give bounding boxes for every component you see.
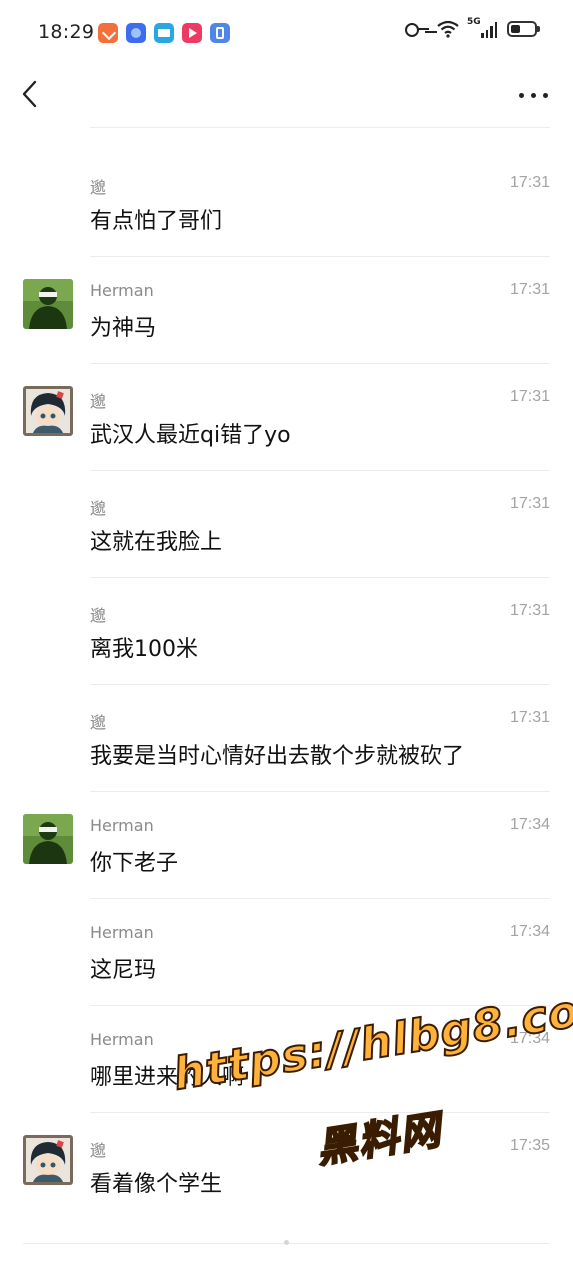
message-time: 17:34 [509, 923, 550, 940]
message-time: 17:34 [509, 1030, 550, 1047]
status-time: 18:29 [38, 21, 95, 43]
key-icon [405, 22, 429, 37]
message-sender: 邈 [90, 713, 107, 732]
message-text: 这尼玛 [90, 958, 157, 983]
message-item[interactable]: Herman 17:34 你下老子 [0, 792, 573, 899]
message-item[interactable]: 邈 17:31 我要是当时心情好出去散个步就被砍了 [0, 685, 573, 792]
message-text: 这就在我脸上 [90, 530, 223, 555]
message-item[interactable]: 邈 17:35 看着像个学生 [0, 1113, 573, 1220]
message-time: 17:31 [509, 709, 550, 726]
message-item[interactable]: 邈 17:31 这就在我脸上 [0, 471, 573, 578]
message-time: 17:31 [509, 495, 550, 512]
more-options-button[interactable] [517, 82, 551, 108]
message-item[interactable]: 邈 17:31 离我100米 [0, 578, 573, 685]
message-sender: 邈 [90, 1141, 107, 1160]
message-item[interactable]: Herman 17:34 哪里进来的人啊 [0, 1006, 573, 1113]
message-sender: 邈 [90, 178, 107, 197]
message-item[interactable]: 邈 17:31 武汉人最近qi错了yo [0, 364, 573, 471]
message-time: 17:35 [509, 1137, 550, 1154]
taobao-icon [98, 23, 118, 43]
book-app-icon [154, 23, 174, 43]
more-dots-icon [519, 93, 524, 98]
message-sender: Herman [90, 281, 154, 300]
nav-bar [0, 66, 573, 128]
video-app-icon [182, 23, 202, 43]
message-sender: Herman [90, 1030, 154, 1049]
message-sender: 邈 [90, 606, 107, 625]
message-time: 17:34 [509, 816, 550, 833]
message-time: 17:31 [509, 174, 550, 191]
message-text: 看着像个学生 [90, 1172, 223, 1197]
wallet-app-icon [210, 23, 230, 43]
avatar[interactable] [23, 1135, 73, 1185]
message-item[interactable]: Herman 17:31 为神马 [0, 257, 573, 364]
message-sender: Herman [90, 816, 154, 835]
divider [90, 127, 550, 128]
system-indicators: 5G [405, 17, 540, 38]
message-sender: 邈 [90, 392, 107, 411]
avatar[interactable] [23, 814, 73, 864]
app-blue-icon [126, 23, 146, 43]
notification-app-icons [98, 23, 230, 43]
message-text: 离我100米 [90, 637, 198, 662]
back-button[interactable] [16, 78, 46, 112]
avatar[interactable] [23, 279, 73, 329]
network-type-label: 5G [467, 17, 481, 27]
message-sender: 邈 [90, 499, 107, 518]
message-list[interactable]: 邈 17:31 有点怕了哥们 Herman 17:31 为神马邈 17:31 武汉人最近qi错… [0, 150, 573, 1220]
wifi-icon [437, 20, 459, 38]
message-text: 你下老子 [90, 851, 179, 876]
message-text: 我要是当时心情好出去散个步就被砍了 [90, 744, 465, 769]
message-text: 哪里进来的人啊 [90, 1065, 245, 1090]
scroll-indicator [284, 1240, 289, 1245]
message-text: 为神马 [90, 316, 157, 341]
message-text: 武汉人最近qi错了yo [90, 423, 291, 448]
message-text: 有点怕了哥们 [90, 209, 223, 234]
message-sender: Herman [90, 923, 154, 942]
message-time: 17:31 [509, 388, 550, 405]
cellular-signal-icon: 5G [467, 17, 497, 38]
message-time: 17:31 [509, 602, 550, 619]
chevron-left-icon [22, 80, 37, 108]
battery-icon [507, 21, 540, 37]
message-item[interactable]: 邈 17:31 有点怕了哥们 [0, 150, 573, 257]
message-item[interactable]: Herman 17:34 这尼玛 [0, 899, 573, 1006]
status-bar: 18:29 5G [0, 0, 573, 66]
message-time: 17:31 [509, 281, 550, 298]
avatar[interactable] [23, 386, 73, 436]
